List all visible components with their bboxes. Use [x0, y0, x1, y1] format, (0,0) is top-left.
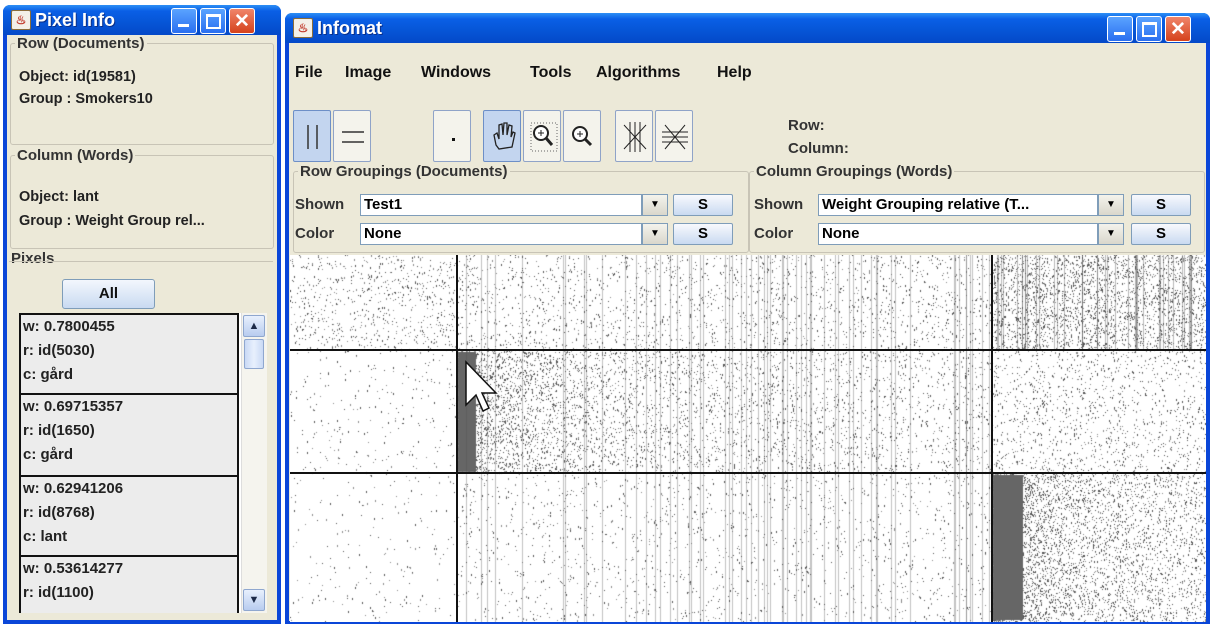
maximize-button[interactable] [1136, 16, 1162, 42]
row-text: r: id(8768) [23, 504, 95, 521]
menu-file[interactable]: File [295, 64, 323, 82]
chevron-down-icon[interactable]: ▼ [1098, 194, 1124, 216]
row-color-select[interactable]: None [360, 223, 642, 245]
col-text: c: gård [23, 366, 74, 383]
row-groupings-legend: Row Groupings (Documents) [300, 163, 508, 180]
row-color-label: Color [295, 225, 335, 242]
menu-image[interactable]: Image [345, 64, 391, 82]
column-color-label: Color [754, 225, 794, 242]
row-text: r: id(5030) [23, 342, 95, 359]
menu-help[interactable]: Help [717, 64, 752, 82]
zoom-region-icon [530, 122, 558, 152]
row-text: r: id(1650) [23, 422, 95, 439]
column-shown-select[interactable]: Weight Grouping relative (T... [818, 194, 1098, 216]
columns-tool-icon [342, 131, 364, 143]
pixel-list-scrollbar[interactable]: ▲ ▼ [241, 313, 267, 613]
pixel-info-title: Pixel Info [35, 10, 116, 30]
menu-algorithms[interactable]: Algorithms [596, 64, 680, 82]
rows-tool-button[interactable] [293, 110, 331, 162]
col-text: c: lant [23, 528, 68, 545]
column-readout-label: Column: [788, 140, 849, 157]
list-item[interactable]: w: 0.53614277 r: id(1100) [19, 555, 239, 613]
hand-tool-button[interactable] [483, 110, 521, 162]
weight-text: w: 0.69715357 [23, 398, 124, 415]
matrix-view[interactable] [290, 255, 1206, 622]
infomat-titlebar[interactable]: ♨ Infomat ✕ [285, 13, 1210, 43]
column-shown-label: Shown [754, 196, 804, 213]
row-info-group: Row (Documents) [10, 35, 274, 145]
col-text: c: gård [23, 446, 74, 463]
menu-tools[interactable]: Tools [530, 64, 571, 82]
column-shown-s-button[interactable]: S [1131, 194, 1191, 216]
column-object-text: Object: lant [19, 189, 99, 205]
chevron-down-icon[interactable]: ▼ [642, 194, 668, 216]
row-text: r: id(1100) [23, 584, 94, 601]
maximize-button[interactable] [200, 8, 226, 34]
java-icon: ♨ [11, 10, 31, 30]
column-groupings-legend: Column Groupings (Words) [756, 163, 953, 180]
list-item[interactable]: w: 0.62941206 r: id(8768) c: lant [19, 475, 239, 557]
row-readout-label: Row: [788, 117, 825, 134]
scroll-down-arrow-icon[interactable]: ▼ [243, 589, 265, 611]
row-shown-label: Shown [295, 196, 345, 213]
java-icon: ♨ [293, 18, 313, 38]
mouse-cursor-icon [465, 360, 498, 413]
minimize-button[interactable] [1107, 16, 1133, 42]
infomat-title: Infomat [317, 18, 382, 38]
column-color-select[interactable]: None [818, 223, 1098, 245]
pixels-label: Pixels [11, 250, 55, 267]
list-item[interactable]: w: 0.7800455 r: id(5030) c: gård [19, 313, 239, 395]
chevron-down-icon[interactable]: ▼ [1098, 223, 1124, 245]
minimize-button[interactable] [171, 8, 197, 34]
row-shown-select[interactable]: Test1 [360, 194, 642, 216]
list-item[interactable]: w: 0.69715357 r: id(1650) c: gård [19, 393, 239, 477]
pixel-list[interactable]: w: 0.7800455 r: id(5030) c: gård w: 0.69… [19, 313, 241, 613]
matrix-overlay [290, 255, 1206, 622]
chevron-down-icon[interactable]: ▼ [642, 223, 668, 245]
hand-icon [493, 122, 516, 150]
column-group-text: Group : Weight Group rel... [19, 213, 205, 229]
row-group-text: Group : Smokers10 [19, 91, 153, 107]
weight-text: w: 0.62941206 [23, 480, 124, 497]
strike-horizontal-tool-button[interactable] [655, 110, 693, 162]
row-object-text: Object: id(19581) [19, 69, 136, 85]
menu-windows[interactable]: Windows [421, 64, 491, 82]
row-shown-s-button[interactable]: S [673, 194, 733, 216]
zoom-in-icon [572, 126, 593, 147]
zoom-in-tool-button[interactable] [563, 110, 601, 162]
point-tool-button[interactable] [433, 110, 471, 162]
weight-text: w: 0.53614277 [23, 560, 124, 577]
columns-tool-button[interactable] [333, 110, 371, 162]
weight-text: w: 0.7800455 [23, 318, 115, 335]
pixel-info-window: ♨ Pixel Info ✕ Row (Documents) Object: i… [3, 5, 281, 624]
scroll-up-arrow-icon[interactable]: ▲ [243, 315, 265, 337]
column-color-s-button[interactable]: S [1131, 223, 1191, 245]
row-info-legend: Row (Documents) [17, 35, 145, 52]
strike-vertical-tool-button[interactable] [615, 110, 653, 162]
strike-horizontal-icon [662, 124, 688, 150]
row-color-s-button[interactable]: S [673, 223, 733, 245]
strike-vertical-icon [623, 122, 647, 152]
rows-tool-icon [307, 125, 318, 149]
all-button[interactable]: All [62, 279, 155, 309]
column-info-legend: Column (Words) [17, 147, 134, 164]
close-button[interactable]: ✕ [1165, 16, 1191, 42]
zoom-region-tool-button[interactable] [523, 110, 561, 162]
pixel-info-titlebar[interactable]: ♨ Pixel Info ✕ [3, 5, 281, 35]
point-icon [452, 138, 455, 141]
close-button[interactable]: ✕ [229, 8, 255, 34]
scroll-thumb[interactable] [244, 339, 264, 369]
